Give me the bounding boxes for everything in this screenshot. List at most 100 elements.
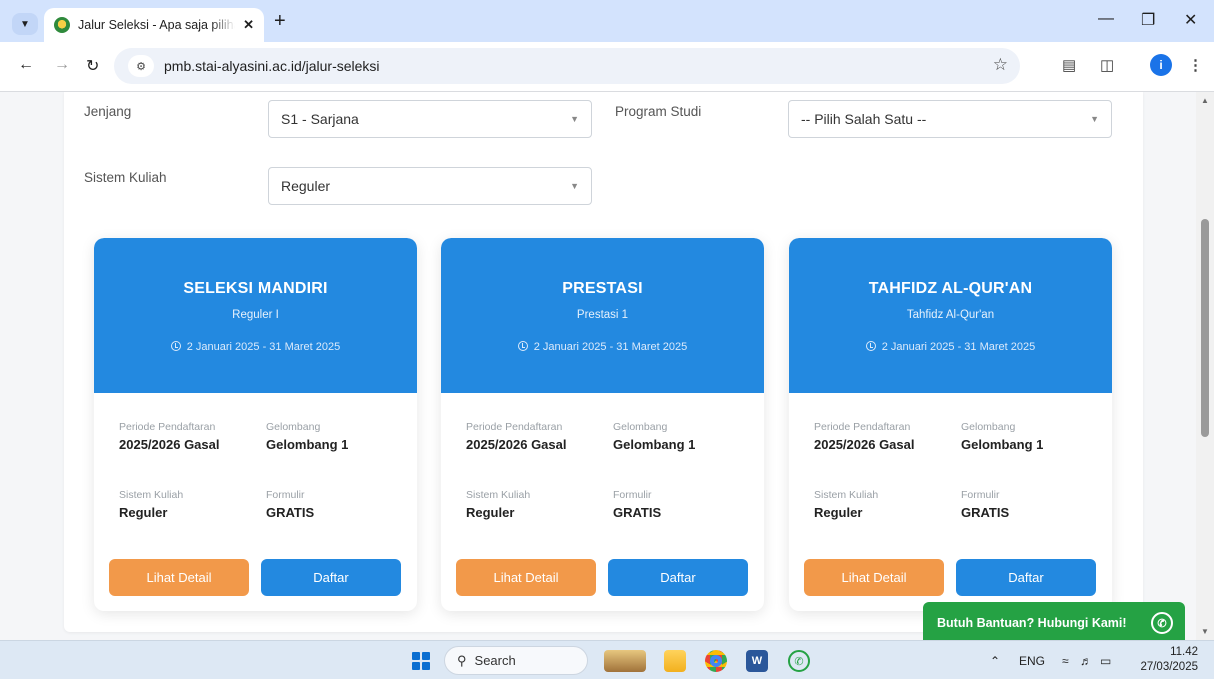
sistem-label: Sistem Kuliah [119,489,184,501]
card-date-range: 2 Januari 2025 - 31 Maret 2025 [533,341,688,353]
sistem-value: Reguler [814,505,863,520]
gelombang-value: Gelombang 1 [961,437,1044,452]
card-header: TAHFIDZ AL-QUR'AN Tahfidz Al-Qur'an 2 Ja… [789,238,1112,393]
word-icon[interactable]: W [746,650,768,672]
formulir-value: GRATIS [613,505,662,520]
prodi-label: Program Studi [615,104,702,119]
formulir-value: GRATIS [961,505,1010,520]
card-header: SELEKSI MANDIRI Reguler I 2 Januari 2025… [94,238,417,393]
widgets-icon[interactable] [604,650,646,672]
tray-chevron-icon[interactable]: ⌃ [990,654,1000,668]
card-date-range: 2 Januari 2025 - 31 Maret 2025 [186,341,341,353]
formulir-label: Formulir [266,489,305,501]
tab-search-button[interactable]: ▼ [12,13,38,35]
system-clock[interactable]: 11.42 27/03/2025 [1138,645,1198,675]
clock-icon [170,341,181,351]
browser-menu-icon[interactable]: ⋮ [1188,56,1203,74]
selection-card-tahfidz: TAHFIDZ AL-QUR'AN Tahfidz Al-Qur'an 2 Ja… [789,238,1112,611]
whatsapp-help-button[interactable]: Butuh Bantuan? Hubungi Kami! ✆ [923,602,1185,644]
sistem-kuliah-select[interactable]: Reguler ▼ [268,167,592,205]
clock-date: 27/03/2025 [1140,661,1198,673]
minimize-icon[interactable]: — [1098,10,1114,28]
taskbar: ⚲ Search W ✆ ⌃ ENG ≈ ♬ ▭ 11.42 27/03/202… [0,640,1214,679]
selection-card-mandiri: SELEKSI MANDIRI Reguler I 2 Januari 2025… [94,238,417,611]
card-subtitle: Prestasi 1 [576,309,629,321]
scroll-down-icon[interactable]: ▼ [1201,627,1209,636]
battery-icon[interactable]: ▭ [1100,654,1111,668]
clock-time: 11.42 [1170,646,1198,658]
card-date: 2 Januari 2025 - 31 Maret 2025 [441,341,764,353]
card-title: TAHFIDZ AL-QUR'AN [868,280,1033,297]
card-date: 2 Januari 2025 - 31 Maret 2025 [94,341,417,353]
jenjang-select[interactable]: S1 - Sarjana ▼ [268,100,592,138]
card-date: 2 Januari 2025 - 31 Maret 2025 [789,341,1112,353]
tab-close-icon[interactable]: ✕ [243,17,254,33]
card-date-range: 2 Januari 2025 - 31 Maret 2025 [881,341,1036,353]
back-icon[interactable]: ← [18,56,34,74]
reload-icon[interactable]: ↻ [86,56,99,76]
scroll-up-icon[interactable]: ▲ [1201,96,1209,105]
reading-mode-icon[interactable]: ▤ [1062,56,1076,74]
language-indicator[interactable]: ENG [1019,654,1045,668]
scrollbar-thumb[interactable] [1201,219,1209,437]
formulir-value: GRATIS [266,505,315,520]
sistem-kuliah-label: Sistem Kuliah [84,170,167,185]
lihat-detail-button[interactable]: Lihat Detail [456,559,596,596]
page-viewport: Jenjang S1 - Sarjana ▼ Program Studi -- … [0,92,1196,640]
card-title: SELEKSI MANDIRI [183,280,328,297]
start-icon[interactable] [412,652,430,670]
gelombang-label: Gelombang [613,421,668,433]
taskbar-search-label: Search [474,653,516,668]
whatsapp-icon: ✆ [1151,612,1173,634]
restore-icon[interactable]: ❐ [1141,10,1155,30]
daftar-button[interactable]: Daftar [956,559,1096,596]
clock-icon [517,341,528,351]
chevron-down-icon: ▼ [1090,114,1099,124]
gelombang-label: Gelombang [266,421,321,433]
site-info-icon[interactable]: ⚙ [128,55,154,77]
formulir-label: Formulir [613,489,652,501]
sistem-label: Sistem Kuliah [466,489,531,501]
periode-value: 2025/2026 Gasal [814,437,915,452]
close-window-icon[interactable]: ✕ [1184,10,1197,30]
url-text[interactable]: pmb.stai-alyasini.ac.id/jalur-seleksi [164,58,380,74]
lihat-detail-button[interactable]: Lihat Detail [804,559,944,596]
periode-label: Periode Pendaftaran [119,421,216,433]
gelombang-value: Gelombang 1 [613,437,696,452]
lihat-detail-button[interactable]: Lihat Detail [109,559,249,596]
periode-value: 2025/2026 Gasal [466,437,567,452]
gelombang-label: Gelombang [961,421,1016,433]
address-bar[interactable]: ⚙ pmb.stai-alyasini.ac.id/jalur-seleksi … [114,48,1020,84]
vertical-scrollbar[interactable]: ▲ ▼ [1196,92,1214,640]
whatsapp-app-icon[interactable]: ✆ [788,650,810,672]
new-tab-icon[interactable]: + [274,11,286,31]
tab-title: Jalur Seleksi - Apa saja pilihan j [78,18,235,32]
file-explorer-icon[interactable] [664,650,686,672]
card-title: PRESTASI [562,280,643,297]
clock-icon [865,341,876,351]
taskbar-search[interactable]: ⚲ Search [444,646,588,675]
periode-label: Periode Pendaftaran [466,421,563,433]
forward-icon[interactable]: → [54,56,70,74]
chrome-icon[interactable] [705,650,727,672]
site-favicon-icon [54,17,70,33]
card-subtitle: Reguler I [232,309,279,321]
wifi-icon[interactable]: ≈ [1062,654,1069,668]
profile-avatar-icon[interactable]: i [1150,54,1172,76]
daftar-button[interactable]: Daftar [261,559,401,596]
prodi-value: -- Pilih Salah Satu -- [801,111,927,127]
card-header: PRESTASI Prestasi 1 2 Januari 2025 - 31 … [441,238,764,393]
daftar-button[interactable]: Daftar [608,559,748,596]
chevron-down-icon: ▼ [570,114,579,124]
jenjang-value: S1 - Sarjana [281,111,359,127]
prodi-select[interactable]: -- Pilih Salah Satu -- ▼ [788,100,1112,138]
bookmark-star-icon[interactable]: ☆ [993,55,1008,75]
search-icon: ⚲ [457,652,467,668]
tab-strip: ▼ Jalur Seleksi - Apa saja pilihan j ✕ +… [0,0,1214,42]
browser-tab[interactable]: Jalur Seleksi - Apa saja pilihan j ✕ [44,8,264,42]
volume-icon[interactable]: ♬ [1080,654,1092,668]
extensions-icon[interactable]: ◫ [1100,56,1114,74]
browser-toolbar: ← → ↻ ⚙ pmb.stai-alyasini.ac.id/jalur-se… [0,42,1214,92]
sistem-label: Sistem Kuliah [814,489,879,501]
chevron-down-icon: ▼ [570,181,579,191]
